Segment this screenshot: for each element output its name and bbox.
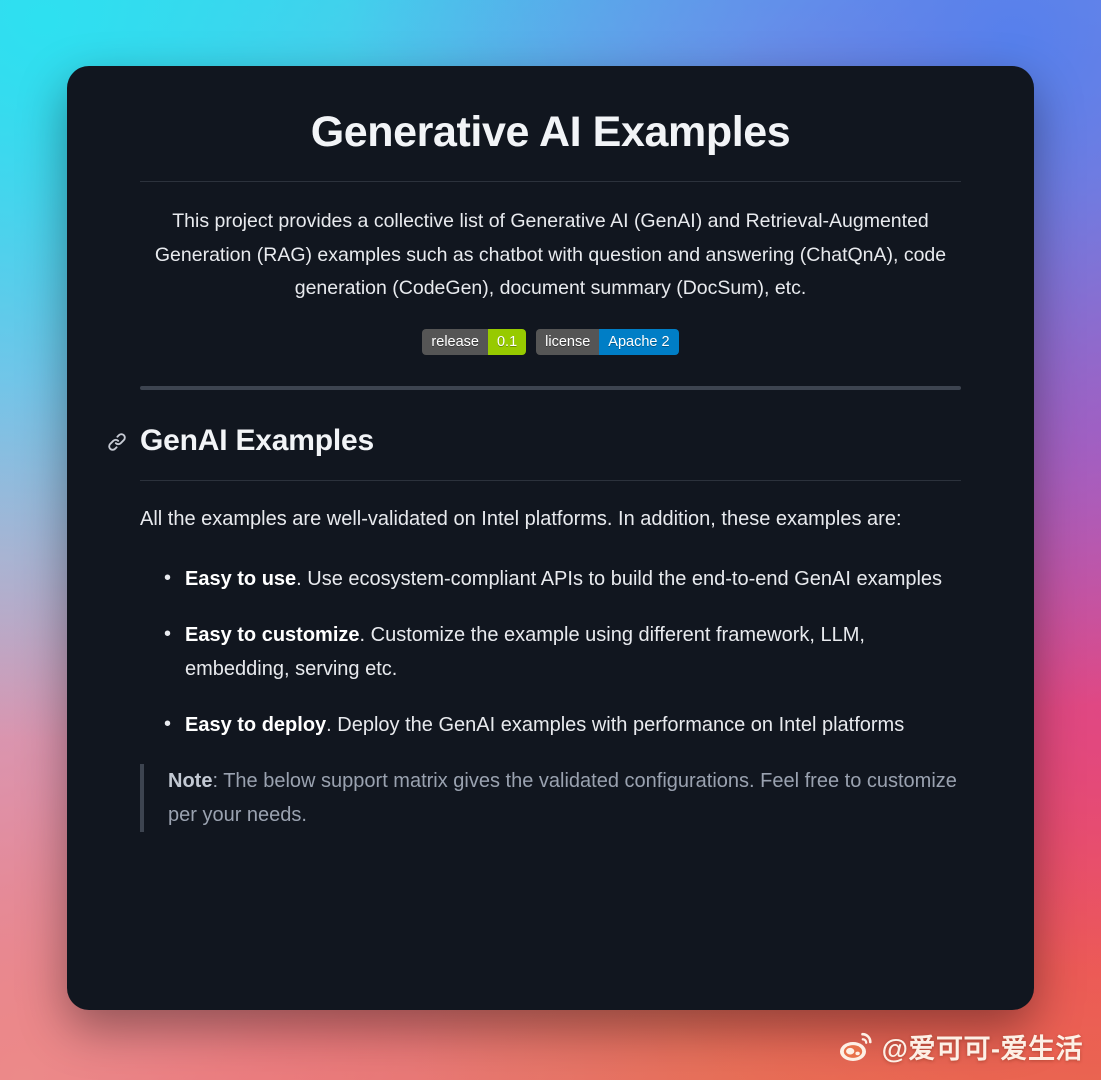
license-badge-label: license [536,328,600,355]
section-paragraph: All the examples are well-validated on I… [140,507,902,530]
watermark: @爱可可-爱生活 [838,1027,1083,1066]
list-item: Easy to deploy. Deploy the GenAI example… [140,707,961,742]
intro-paragraph: This project provides a collective list … [154,210,947,299]
watermark-handle: @爱可可-爱生活 [881,1034,1083,1064]
note-text: : The below support matrix gives the val… [168,769,957,826]
feature-list: Easy to use. Use ecosystem-compliant API… [140,561,961,742]
section-heading-label: GenAI Examples [140,423,374,457]
readme-card: Generative AI Examples This project prov… [67,66,1034,1010]
list-item-text: . Deploy the GenAI examples with perform… [326,713,905,736]
note-blockquote: Note: The below support matrix gives the… [140,763,961,832]
list-item-title: Easy to use [185,567,297,590]
release-badge-label: release [422,328,488,355]
list-item-text: . Use ecosystem-compliant APIs to build … [296,567,943,590]
release-badge-value: 0.1 [487,328,527,355]
note-label: Note [168,769,213,792]
license-badge[interactable]: license Apache 2 [536,328,679,355]
page-title: Generative AI Examples [310,108,791,156]
license-badge-value: Apache 2 [599,328,679,355]
section-heading-divider [140,479,961,481]
list-item: Easy to use. Use ecosystem-compliant API… [140,561,961,596]
title-divider [140,181,961,182]
release-badge[interactable]: release 0.1 [422,328,527,355]
section-divider [140,385,961,390]
weibo-logo-icon [838,1031,874,1063]
section-heading: GenAI Examples [108,423,961,458]
list-item-title: Easy to customize [185,623,360,646]
link-anchor-icon[interactable] [107,432,127,452]
list-item-title: Easy to deploy [185,713,327,736]
badge-row: release 0.1 license Apache 2 [140,328,961,355]
list-item: Easy to customize. Customize the example… [140,617,961,686]
